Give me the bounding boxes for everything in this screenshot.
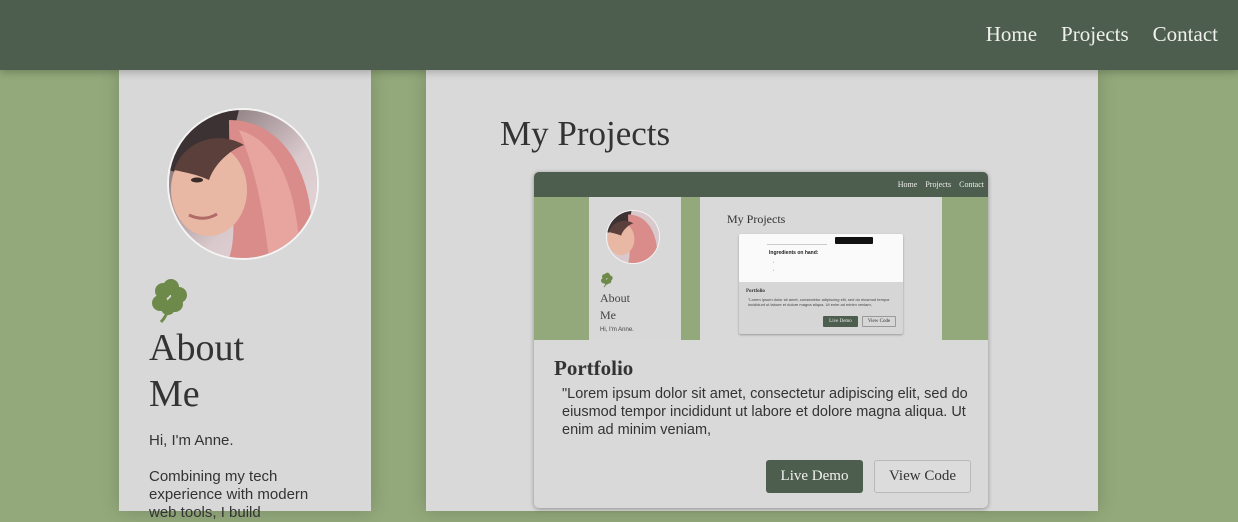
about-heading-line1: About xyxy=(149,327,244,369)
live-demo-button[interactable]: Live Demo xyxy=(766,460,863,493)
view-code-button[interactable]: View Code xyxy=(874,460,971,493)
preview-sidebar: About Me Hi, I'm Anne. xyxy=(589,197,681,340)
project-title: Portfolio xyxy=(554,356,634,380)
about-heading-line2: Me xyxy=(149,373,200,415)
page-title: My Projects xyxy=(500,114,671,153)
projects-panel: My Projects Home Projects Contact About … xyxy=(426,70,1098,511)
four-leaf-clover-icon xyxy=(152,279,187,324)
preview-app-input xyxy=(767,238,827,245)
nav-contact-link[interactable]: Contact xyxy=(1153,22,1218,47)
preview-navbar: Home Projects Contact xyxy=(534,172,988,197)
preview-app-button xyxy=(835,237,873,244)
preview-nav-contact: Contact xyxy=(959,180,984,189)
preview-avatar xyxy=(606,210,660,264)
preview-list-item: • xyxy=(773,268,775,272)
preview-title: My Projects xyxy=(727,212,786,226)
preview-about-line1: About xyxy=(600,291,630,305)
preview-live-demo-button: Live Demo xyxy=(823,316,858,327)
preview-about-line2: Me xyxy=(600,308,616,322)
preview-nav-projects: Projects xyxy=(925,180,952,189)
preview-nav: Home Projects Contact xyxy=(898,180,984,189)
project-description: "Lorem ipsum dolor sit amet, consectetur… xyxy=(562,386,968,438)
nav-projects-link[interactable]: Projects xyxy=(1061,22,1129,47)
about-sidebar: About Me Hi, I'm Anne. Combining my tech… xyxy=(119,70,371,521)
preview-about-heading: About Me xyxy=(600,290,650,324)
preview-list-item: • xyxy=(773,260,775,264)
preview-clover-icon xyxy=(601,272,613,288)
preview-nav-home: Home xyxy=(897,180,918,189)
project-preview-image: Home Projects Contact About Me Hi, I'm A… xyxy=(534,172,988,340)
preview-view-code-button: View Code xyxy=(862,316,896,327)
main-nav: Home Projects Contact xyxy=(986,22,1218,47)
top-navbar: Home Projects Contact xyxy=(0,0,1238,70)
bio-text: Combining my tech experience with modern… xyxy=(149,468,309,521)
preview-main: My Projects Ingredients on hand: • • Por… xyxy=(700,197,942,340)
preview-app-screenshot: Ingredients on hand: • • xyxy=(739,234,903,282)
preview-card: Ingredients on hand: • • Portfolio "Lore… xyxy=(739,234,903,334)
about-heading: About Me xyxy=(149,325,309,417)
nav-home-link[interactable]: Home xyxy=(986,22,1037,47)
preview-card-text: "Lorem ipsum dolor sit amet, consectetur… xyxy=(748,297,890,307)
preview-greeting: Hi, I'm Anne. xyxy=(600,327,634,333)
profile-avatar xyxy=(167,108,319,260)
project-card: Home Projects Contact About Me Hi, I'm A… xyxy=(534,172,988,508)
preview-card-title: Portfolio xyxy=(746,289,765,294)
greeting-text: Hi, I'm Anne. xyxy=(149,432,234,449)
preview-ingredients-heading: Ingredients on hand: xyxy=(769,250,819,256)
